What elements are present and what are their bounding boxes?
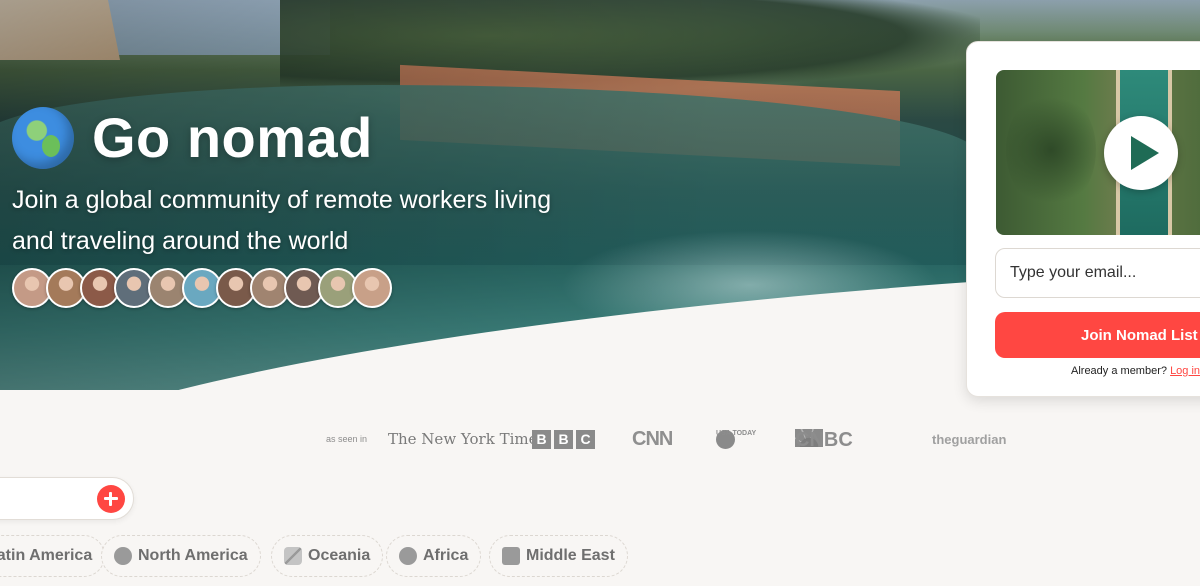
nyt-logo: The New York Times bbox=[388, 430, 546, 448]
signup-card: Join Nomad List Already a member? Log in bbox=[966, 41, 1200, 397]
already-member-text: Already a member? bbox=[1071, 365, 1167, 377]
add-filter-button[interactable] bbox=[97, 485, 125, 513]
guardian-logo: theguardian bbox=[932, 432, 1007, 447]
filter-latin-america[interactable]: Latin America bbox=[0, 535, 106, 577]
filter-north-america[interactable]: North America bbox=[101, 535, 261, 577]
hero-subtitle: Join a global community of remote worker… bbox=[12, 186, 552, 255]
globe-icon bbox=[399, 547, 417, 565]
member-avatars bbox=[12, 268, 392, 308]
press-logos: as seen in The New York Times BBC CNN US… bbox=[326, 428, 1007, 451]
avatar[interactable] bbox=[352, 268, 392, 308]
intro-video-thumbnail[interactable] bbox=[996, 70, 1200, 235]
page-title: Go nomad bbox=[92, 106, 373, 169]
play-icon bbox=[1131, 136, 1159, 170]
email-field[interactable] bbox=[995, 248, 1200, 298]
globe-icon bbox=[114, 547, 132, 565]
filter-middle-east[interactable]: Middle East bbox=[489, 535, 628, 577]
as-seen-in-label: as seen in bbox=[326, 434, 368, 444]
mosque-icon bbox=[502, 547, 520, 565]
search-box[interactable] bbox=[0, 477, 134, 520]
bbc-logo: BBC bbox=[532, 430, 595, 449]
filter-africa[interactable]: Africa bbox=[386, 535, 482, 577]
plane-icon bbox=[284, 547, 302, 565]
hero-title: Go nomad bbox=[12, 105, 373, 170]
cnn-logo: CNN bbox=[632, 428, 673, 450]
join-nomad-list-button[interactable]: Join Nomad List bbox=[995, 312, 1200, 358]
filter-oceania[interactable]: Oceania bbox=[271, 535, 384, 577]
already-member-line: Already a member? Log in bbox=[1071, 365, 1200, 377]
play-button[interactable] bbox=[1104, 116, 1178, 190]
globe-icon bbox=[12, 106, 74, 169]
region-filters: Latin America North America Oceania Afri… bbox=[0, 535, 1200, 577]
login-link[interactable]: Log in bbox=[1170, 365, 1200, 377]
